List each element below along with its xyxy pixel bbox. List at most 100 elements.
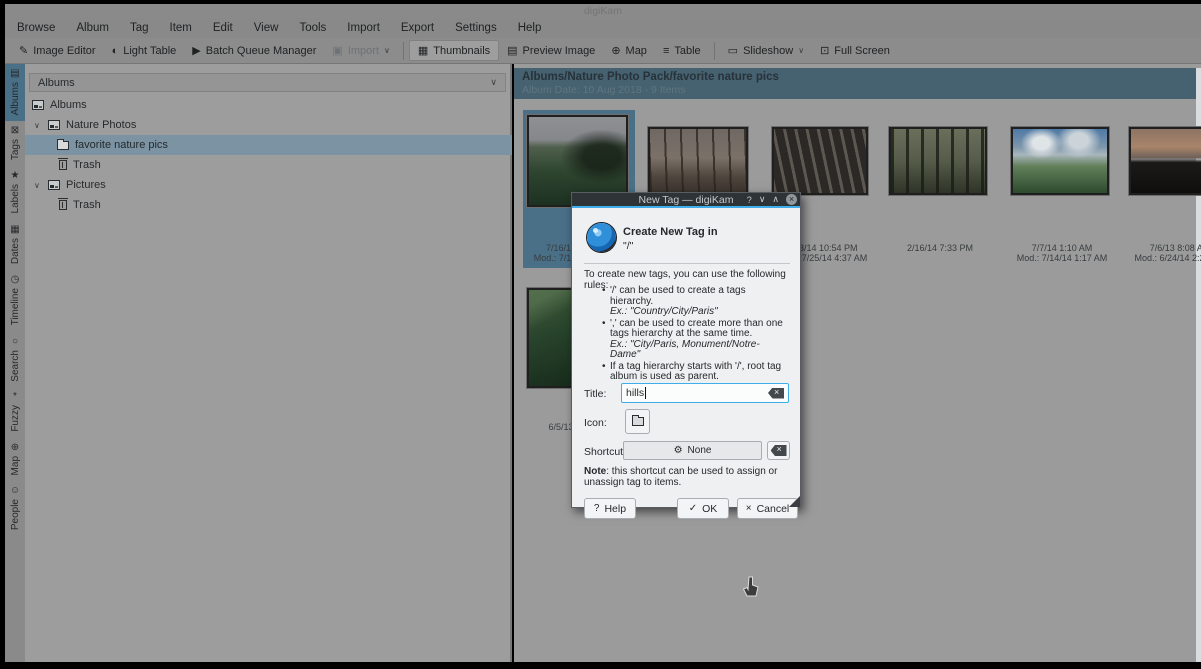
toolbar: ✎ Image Editor ◐ Light Table ▶ Batch Que… bbox=[5, 38, 1201, 64]
rule-item: If a tag hierarchy starts with '/', root… bbox=[602, 361, 784, 383]
icon-picker-button[interactable] bbox=[625, 409, 650, 434]
rule-item: '/' can be used to create a tags hierarc… bbox=[602, 285, 784, 318]
tree-row-trash[interactable]: Trash bbox=[25, 155, 512, 175]
globe-icon: ⊕ bbox=[10, 441, 20, 453]
help-icon: ? bbox=[593, 503, 600, 514]
clock-icon: ◷ bbox=[10, 274, 20, 286]
image-editor-button[interactable]: ✎ Image Editor bbox=[11, 41, 104, 60]
sidebar-tab-timeline[interactable]: ◷ Timeline bbox=[5, 270, 25, 331]
photo-thumbnail[interactable] bbox=[1129, 127, 1201, 195]
screen: digiKam Browse Album Tag Item Edit View … bbox=[0, 0, 1201, 669]
window-titlebar: digiKam bbox=[5, 4, 1201, 18]
chevron-down-icon[interactable]: ∨ bbox=[34, 181, 42, 190]
light-table-icon: ◐ bbox=[111, 44, 119, 57]
thumbnail-tile[interactable]: 7/6/13 8:08 AM Mod.: 6/24/14 2:20 PM bbox=[1124, 110, 1201, 268]
menu-tools[interactable]: Tools bbox=[299, 22, 326, 34]
full-screen-button[interactable]: ⊡ Full Screen bbox=[812, 41, 898, 60]
tree-row-nature-photos[interactable]: ∨ Nature Photos bbox=[25, 115, 512, 135]
thumbnail-caption: Mod.: 6/24/14 2:20 PM bbox=[1134, 253, 1201, 263]
title-input[interactable]: hills bbox=[621, 383, 789, 403]
menu-browse[interactable]: Browse bbox=[17, 22, 55, 34]
photo-thumbnail[interactable] bbox=[889, 127, 987, 195]
chevron-down-icon[interactable]: ∨ bbox=[34, 121, 42, 130]
tree-row-pictures[interactable]: ∨ Pictures bbox=[25, 175, 512, 195]
sidebar-tab-search[interactable]: ○ Search bbox=[5, 332, 25, 388]
albums-panel-header[interactable]: Albums ∨ bbox=[29, 73, 506, 92]
dialog-body: Create New Tag in "/" To create new tags… bbox=[572, 210, 800, 519]
text-caret bbox=[645, 387, 647, 399]
photo-thumbnail[interactable] bbox=[772, 127, 868, 195]
close-icon: × bbox=[745, 503, 752, 514]
menu-album[interactable]: Album bbox=[76, 22, 109, 34]
dialog-help-icon[interactable]: ? bbox=[747, 195, 752, 205]
thumbnail-caption: Mod.: 7/14/14 1:17 AM bbox=[1016, 253, 1108, 263]
thumbnail-tile[interactable]: 2/16/14 7:33 PM bbox=[884, 110, 996, 268]
sidebar-tab-tags[interactable]: ⊠ Tags bbox=[5, 121, 25, 166]
thumbnail-tile[interactable]: 7/7/14 1:10 AM Mod.: 7/14/14 1:17 AM bbox=[1006, 110, 1118, 268]
folder-icon bbox=[631, 415, 644, 426]
tag-icon: ⊠ bbox=[10, 125, 20, 137]
rule-item: ',' can be used to create more than one … bbox=[602, 318, 784, 361]
tree-row-favorite-nature-pics[interactable]: favorite nature pics bbox=[25, 135, 512, 155]
menu-item[interactable]: Item bbox=[170, 22, 192, 34]
menubar: Browse Album Tag Item Edit View Tools Im… bbox=[5, 18, 1201, 38]
toolbar-separator bbox=[402, 41, 404, 60]
ok-button[interactable]: ✓ OK bbox=[677, 498, 729, 519]
photo-thumbnail[interactable] bbox=[1011, 127, 1109, 195]
map-button[interactable]: ⊕ Map bbox=[603, 41, 655, 60]
sidebar-tab-albums[interactable]: ▤ Albums bbox=[5, 64, 25, 122]
slideshow-button[interactable]: ▭ Slideshow ∨ bbox=[720, 41, 812, 60]
shortcut-label: Shortcut: bbox=[584, 446, 627, 458]
menu-view[interactable]: View bbox=[254, 22, 279, 34]
window-title: digiKam bbox=[584, 5, 622, 17]
chevron-up-icon[interactable]: ∧ bbox=[772, 194, 779, 205]
menu-export[interactable]: Export bbox=[401, 22, 434, 34]
sidebar-tab-labels[interactable]: ★ Labels bbox=[5, 166, 25, 219]
menu-settings[interactable]: Settings bbox=[455, 22, 497, 34]
grid-icon: ▦ bbox=[417, 45, 429, 57]
menu-tag[interactable]: Tag bbox=[130, 22, 149, 34]
shortcut-clear-button[interactable] bbox=[767, 441, 790, 460]
cancel-button[interactable]: × Cancel bbox=[737, 498, 798, 519]
globe-icon: ⊕ bbox=[611, 45, 621, 57]
sidebar-tab-people[interactable]: ☺ People bbox=[5, 481, 25, 536]
table-button[interactable]: ≡ Table bbox=[655, 42, 709, 60]
help-button[interactable]: ? Help bbox=[584, 498, 636, 519]
chevron-down-icon: ∨ bbox=[384, 46, 390, 55]
gear-icon: ⚙ bbox=[673, 445, 683, 456]
tree-row-trash-2[interactable]: Trash bbox=[25, 195, 512, 215]
magnifier-icon: ○ bbox=[11, 335, 19, 347]
shortcut-button[interactable]: ⚙ None bbox=[623, 441, 762, 460]
sidebar-tab-map[interactable]: ⊕ Map bbox=[5, 438, 25, 481]
preview-image-button[interactable]: ▤ Preview Image bbox=[499, 41, 603, 60]
camera-icon: ▣ bbox=[332, 45, 343, 57]
chevron-down-icon[interactable]: ∨ bbox=[759, 194, 766, 205]
album-icon bbox=[32, 100, 44, 110]
tree-row-albums[interactable]: Albums bbox=[25, 95, 512, 115]
sidebar-tab-dates[interactable]: ▦ Dates bbox=[5, 220, 25, 270]
light-table-button[interactable]: ◐ Light Table bbox=[104, 42, 185, 60]
album-date-label: Album Date: 10 Aug 2018 - 9 Items bbox=[522, 84, 686, 96]
thumbnails-button[interactable]: ▦ Thumbnails bbox=[408, 40, 500, 61]
chevron-down-icon: ∨ bbox=[490, 77, 497, 87]
play-icon: ▶ bbox=[192, 45, 201, 57]
close-icon[interactable]: × bbox=[786, 194, 797, 205]
album-header-band: Albums/Nature Photo Pack/favorite nature… bbox=[514, 68, 1196, 99]
menu-import[interactable]: Import bbox=[347, 22, 380, 34]
clear-text-icon[interactable] bbox=[768, 387, 784, 399]
menu-edit[interactable]: Edit bbox=[213, 22, 233, 34]
menu-help[interactable]: Help bbox=[518, 22, 542, 34]
sidebar-tab-fuzzy[interactable]: * Fuzzy bbox=[5, 387, 25, 438]
icon-label: Icon: bbox=[584, 417, 607, 429]
calendar-icon: ▦ bbox=[10, 223, 20, 235]
screen-icon: ▭ bbox=[727, 45, 739, 57]
star-icon: ★ bbox=[10, 170, 20, 182]
batch-queue-manager-button[interactable]: ▶ Batch Queue Manager bbox=[184, 41, 324, 60]
thumbnail-caption: 7/6/13 8:08 AM bbox=[1149, 243, 1201, 253]
image-icon: ▤ bbox=[507, 45, 518, 57]
photo-thumbnail[interactable] bbox=[648, 127, 748, 195]
dialog-titlebar[interactable]: New Tag — digiKam ? ∨ ∧ × bbox=[572, 193, 800, 208]
sidebar-tabstrip: ▤ Albums ⊠ Tags ★ Labels ▦ Dates ◷ Timel… bbox=[5, 64, 25, 662]
pencil-icon: ✎ bbox=[19, 45, 29, 57]
albums-panel: Albums ∨ Albums ∨ Nature Photos favorite… bbox=[25, 64, 512, 662]
